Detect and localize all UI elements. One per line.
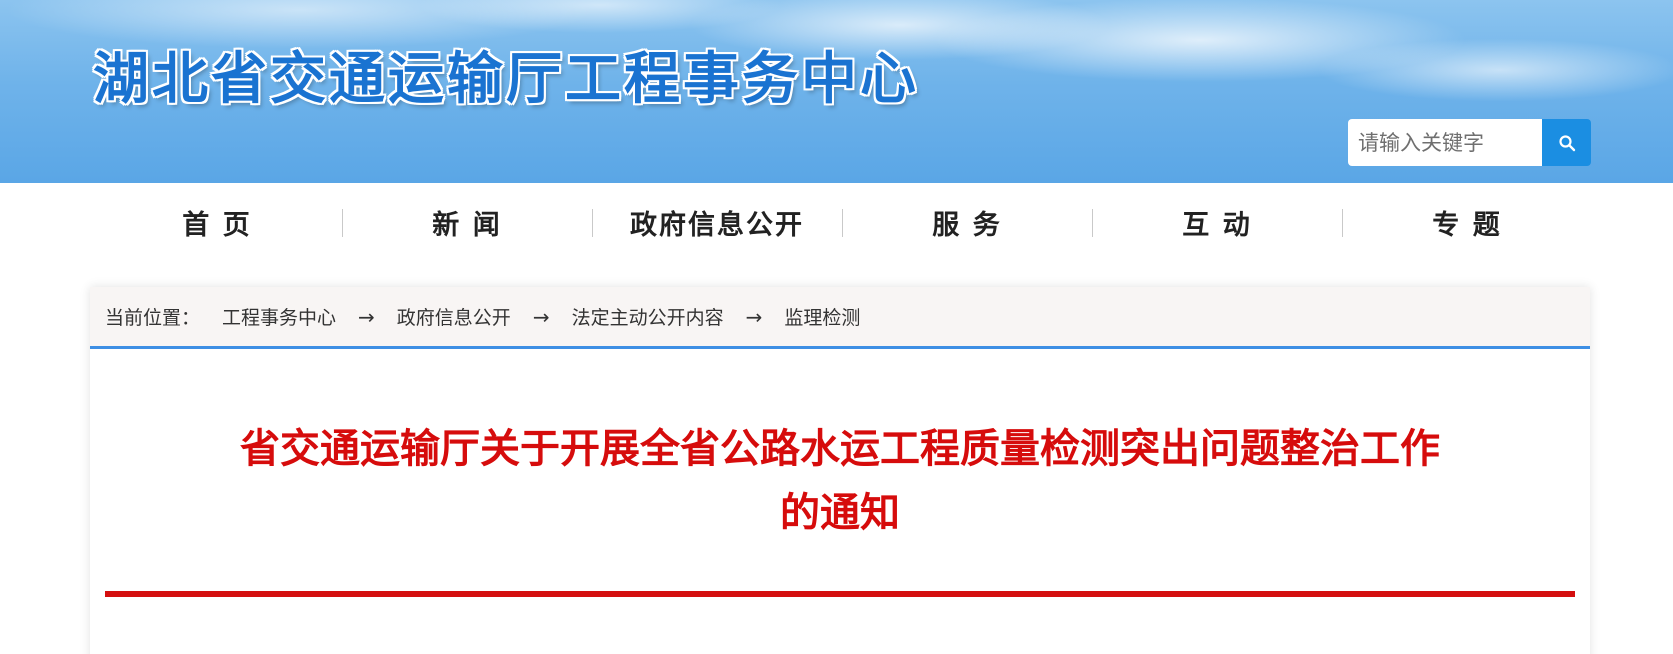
main-nav: 首 页 新 闻 政府信息公开 服 务 互 动 专 题: [92, 183, 1592, 262]
content-card: 当前位置： 工程事务中心 → 政府信息公开 → 法定主动公开内容 → 监理检测 …: [90, 287, 1590, 654]
breadcrumb-link-supervision[interactable]: 监理检测: [784, 303, 860, 330]
breadcrumb-link-gov-info[interactable]: 政府信息公开: [397, 303, 511, 330]
search-icon: [1558, 134, 1575, 151]
arrow-right-icon: →: [745, 304, 763, 329]
article-title-line-1: 省交通运输厅关于开展全省公路水运工程质量检测突出问题整治工作: [240, 426, 1440, 472]
breadcrumb-link-center[interactable]: 工程事务中心: [222, 303, 336, 330]
header-banner: 湖北省交通运输厅工程事务中心: [0, 0, 1673, 183]
title-divider: [105, 591, 1575, 597]
article-title: 省交通运输厅关于开展全省公路水运工程质量检测突出问题整治工作 的通知: [90, 417, 1590, 545]
nav-item-services[interactable]: 服 务: [842, 203, 1092, 242]
nav-item-gov-info[interactable]: 政府信息公开: [592, 203, 842, 242]
nav-item-interaction[interactable]: 互 动: [1092, 203, 1342, 242]
nav-item-news[interactable]: 新 闻: [342, 203, 592, 242]
search-button[interactable]: [1542, 119, 1591, 166]
nav-item-topics[interactable]: 专 题: [1342, 203, 1592, 242]
arrow-right-icon: →: [532, 304, 550, 329]
breadcrumb-label: 当前位置：: [105, 307, 201, 329]
site-title[interactable]: 湖北省交通运输厅工程事务中心: [93, 34, 919, 115]
nav-item-home[interactable]: 首 页: [92, 203, 342, 242]
arrow-right-icon: →: [358, 304, 375, 329]
search-input[interactable]: [1348, 119, 1542, 166]
breadcrumb-link-statutory[interactable]: 法定主动公开内容: [572, 303, 724, 330]
article-title-line-2: 的通知: [780, 490, 900, 536]
breadcrumb: 当前位置： 工程事务中心 → 政府信息公开 → 法定主动公开内容 → 监理检测: [90, 287, 1590, 349]
search-box: [1348, 119, 1591, 166]
